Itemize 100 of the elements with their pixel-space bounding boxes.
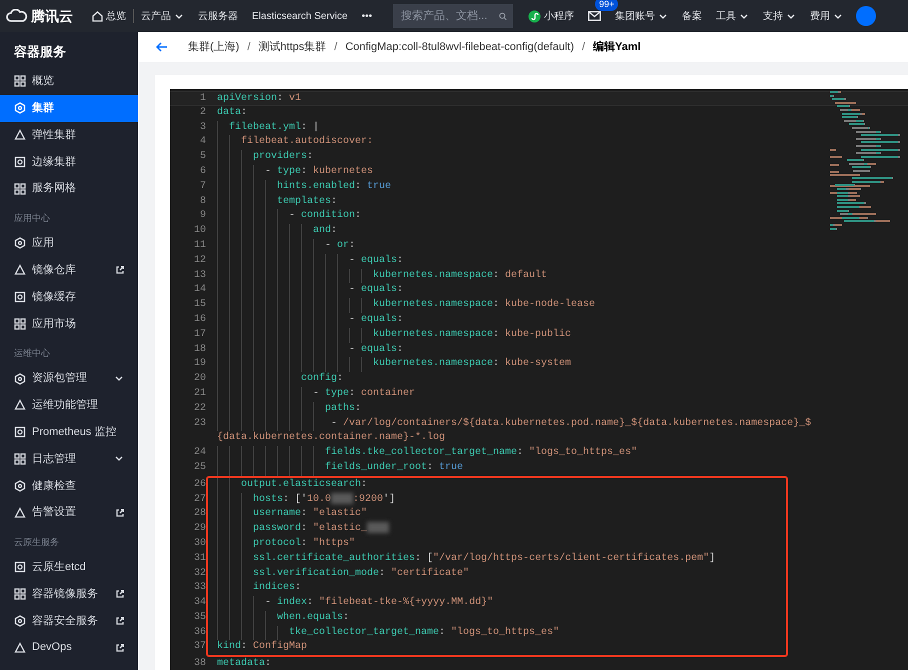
nav-link[interactable]: 工具 (709, 0, 756, 32)
sidebar-item[interactable]: 云原生etcd (0, 554, 138, 581)
triangle-icon (14, 506, 26, 519)
nav-link[interactable]: 云服务器 (191, 0, 245, 32)
code-line: - equals: (349, 342, 404, 357)
breadcrumb-current: 编辑Yaml (593, 40, 641, 55)
triangle-icon (14, 128, 26, 141)
breadcrumb-link[interactable]: ConfigMap:coll-8tul8wvl-filebeat-config(default) (345, 38, 574, 56)
notification-badge: 99+ (595, 0, 618, 11)
line-number: 4 (198, 135, 206, 150)
line-number: 5 (198, 150, 206, 164)
code-line: ssl.verification_mode: "certificate" (253, 566, 470, 580)
line-number: 31 (192, 552, 206, 566)
brand-name[interactable]: 腾讯云 (31, 6, 73, 26)
grid-icon (14, 452, 26, 465)
mini-program-icon (528, 10, 542, 22)
external-link-icon (116, 644, 124, 652)
sidebar-item[interactable]: 日志管理 (0, 446, 138, 472)
code-line: - type: kubernetes (265, 164, 374, 179)
code-editor[interactable] (170, 89, 908, 670)
code-line: kubernetes.namespace: default (373, 268, 548, 283)
square-icon (14, 561, 26, 574)
line-number: 17 (192, 328, 206, 342)
code-line: metadata: (217, 657, 272, 670)
hexagon-icon (14, 614, 26, 627)
grid-icon (14, 318, 26, 330)
sidebar-item[interactable]: Prometheus 监控 (0, 418, 138, 446)
sidebar-item[interactable]: 镜像缓存 (0, 284, 138, 310)
grid-icon (14, 182, 26, 195)
line-number: 11 (192, 238, 206, 253)
redacted-blur (367, 522, 390, 534)
sidebar-item[interactable]: 服务网格 (0, 175, 138, 202)
square-icon (14, 156, 26, 168)
more-button[interactable]: ••• (354, 0, 380, 32)
code-line: username: "elastic" (253, 507, 368, 522)
code-line: indices: (253, 581, 302, 596)
sidebar-item[interactable]: DevOps (0, 634, 138, 662)
code-line: kubernetes.namespace: kube-public (373, 328, 572, 342)
code-line: tke_collector_target_name: "logs_to_https_es" (289, 626, 560, 640)
breadcrumb-link[interactable]: 测试https集群 (258, 38, 326, 56)
external-link-icon (116, 616, 124, 625)
code-line: apiVersion: v1 (217, 92, 302, 105)
line-number: 30 (192, 536, 206, 551)
line-number: 25 (192, 460, 206, 475)
sidebar-item[interactable]: 集群 (0, 94, 138, 122)
line-number: 28 (192, 507, 206, 522)
sidebar-item[interactable]: 边缘集群 (0, 148, 138, 176)
line-number: 27 (192, 492, 206, 507)
line-number: 19 (192, 357, 206, 372)
line-number: 15 (192, 298, 206, 312)
sidebar-item[interactable]: 容器安全服务 (0, 608, 138, 634)
grid-icon (14, 75, 26, 88)
sidebar-item[interactable]: 镜像仓库 (0, 256, 138, 284)
search-icon (499, 10, 508, 22)
line-number: 20 (192, 372, 206, 386)
sidebar-item[interactable]: 弹性集群 (0, 122, 138, 148)
caret-icon (833, 12, 844, 20)
code-line: providers: (253, 150, 314, 164)
nav-link[interactable]: 总览 (85, 0, 133, 32)
breadcrumb-separator: / (334, 40, 338, 55)
line-number: 22 (192, 402, 206, 416)
square-icon (14, 426, 26, 438)
cloud-logo-icon (6, 9, 28, 23)
line-number: 1 (198, 92, 206, 105)
code-line: kubernetes.namespace: kube-system (373, 357, 572, 372)
nav-link[interactable]: 费用 (803, 0, 850, 32)
sidebar-title: 容器服务 (13, 43, 67, 62)
caret-icon (658, 12, 668, 20)
nav-link[interactable]: Elasticsearch Service (245, 0, 355, 32)
nav-link[interactable]: 云产品 (134, 0, 191, 32)
sidebar-item[interactable]: 资源包管理 (0, 365, 138, 392)
triangle-icon (14, 642, 26, 654)
code-line: - equals: (349, 312, 404, 327)
breadcrumb-link[interactable]: 集群(上海) (188, 38, 240, 56)
mail-icon[interactable] (588, 11, 602, 21)
sidebar-item[interactable]: 运维功能管理 (0, 392, 138, 419)
line-number: 3 (198, 120, 206, 135)
sidebar-item[interactable]: 容器镜像服务 (0, 580, 138, 608)
line-number: 16 (192, 312, 206, 327)
line-number: 38 (192, 657, 206, 670)
external-link-icon (116, 266, 124, 274)
sidebar-item[interactable]: 应用 (0, 230, 138, 257)
line-number: 13 (192, 268, 206, 283)
search-field[interactable]: 搜索产品、文档... (393, 4, 514, 28)
nav-link[interactable]: 小程序 (521, 0, 582, 32)
sidebar-item[interactable]: 健康检查 (0, 472, 138, 500)
sidebar-item[interactable]: 概览 (0, 68, 138, 95)
sidebar-item[interactable]: 告警设置 (0, 499, 138, 526)
code-line: filebeat.autodiscover: (241, 135, 374, 150)
square-icon (14, 290, 26, 303)
nav-link[interactable]: 备案 (675, 0, 710, 32)
code-line: paths: (325, 402, 362, 416)
avatar-circle[interactable] (856, 6, 876, 26)
code-line: ssl.certificate_authorities: ["/var/log/https-certs/client-certificates.pem"] (253, 552, 716, 566)
line-number: 26 (192, 478, 206, 492)
nav-link[interactable]: 支持 (756, 0, 804, 32)
line-number: 6 (198, 164, 206, 179)
sidebar-item[interactable]: 应用市场 (0, 310, 138, 338)
line-number: 33 (192, 581, 206, 596)
line-number: 18 (192, 342, 206, 357)
